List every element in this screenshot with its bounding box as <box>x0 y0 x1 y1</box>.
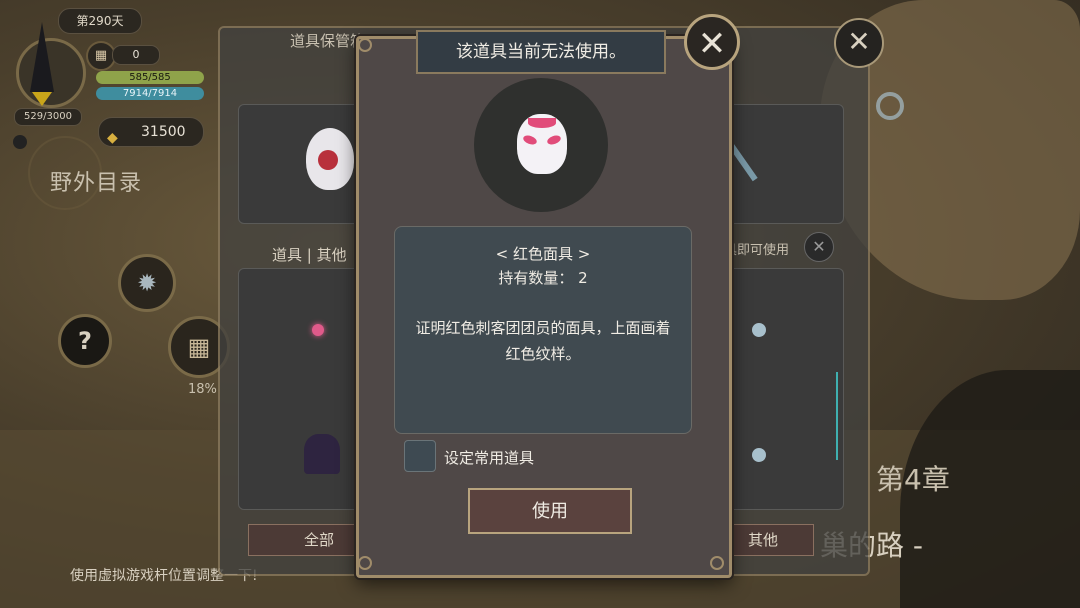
gear-icon: ✹ <box>136 269 158 297</box>
use-button[interactable]: 使用 <box>468 488 632 534</box>
xp-readout: 529/3000 <box>14 108 82 126</box>
cloak-icon[interactable] <box>304 434 340 474</box>
calendar-icon: ▦ <box>187 333 211 361</box>
chapter-title: 第4章 <box>876 463 950 496</box>
day-counter: 第290天 <box>58 8 142 34</box>
item-grid-left <box>238 268 364 510</box>
progress-percent: 18% <box>188 382 217 397</box>
item-description-box: < 红色面具 > 持有数量： 2 证明红色刺客团团员的面具，上面画着红色纹样。 <box>394 226 692 434</box>
status-dot <box>13 135 27 149</box>
settings-button[interactable]: ✹ <box>118 254 176 312</box>
mask-stripe <box>528 118 556 128</box>
help-button[interactable]: ? <box>58 314 112 368</box>
close-icon: ✕ <box>847 25 871 58</box>
hp-bar: 585/585 <box>96 71 204 84</box>
frame-corner <box>358 38 372 52</box>
crystal-icon <box>30 22 54 92</box>
item-quantity: 持有数量： 2 <box>498 269 588 287</box>
item-grid-right <box>718 268 844 510</box>
storage-title: 道具保管箱 <box>290 32 366 50</box>
field-directory-button[interactable]: 野外目录 <box>50 165 142 197</box>
gold-counter: ◆ 31500 <box>98 117 204 147</box>
item-description: 证明红色刺客团团员的面具，上面画着红色纹样。 <box>415 319 671 363</box>
usable-filter-label: 具即可使用 <box>724 243 790 258</box>
gold-icon: ◆ <box>107 130 118 146</box>
close-icon: ✕ <box>697 24 727 64</box>
grid-scrollbar[interactable] <box>836 372 838 460</box>
storage-tabs[interactable]: 道具 | 其他 <box>272 244 347 265</box>
favorite-label[interactable]: 设定常用道具 <box>444 447 534 468</box>
pink-gem-icon[interactable] <box>312 324 324 336</box>
mp-bar: 7914/7914 <box>96 87 204 100</box>
blue-orb-icon[interactable] <box>752 323 766 337</box>
modal-close-button[interactable]: ✕ <box>684 14 740 70</box>
event-count: 0 <box>112 45 160 65</box>
favorite-checkbox[interactable] <box>404 440 436 472</box>
item-name: < 红色面具 > <box>495 245 591 263</box>
storage-close-button[interactable]: ✕ <box>834 18 884 68</box>
usable-filter-toggle[interactable]: ✕ <box>804 232 834 262</box>
frame-corner <box>710 556 724 570</box>
target-icon[interactable] <box>876 92 904 120</box>
help-icon: ? <box>78 327 92 355</box>
gold-value: 31500 <box>141 124 186 140</box>
frame-corner <box>358 556 372 570</box>
equipped-mask-detail <box>318 150 338 170</box>
message-banner: 该道具当前无法使用。 <box>416 30 666 74</box>
blue-orb-icon[interactable] <box>752 448 766 462</box>
crystal-level-indicator <box>32 92 52 106</box>
